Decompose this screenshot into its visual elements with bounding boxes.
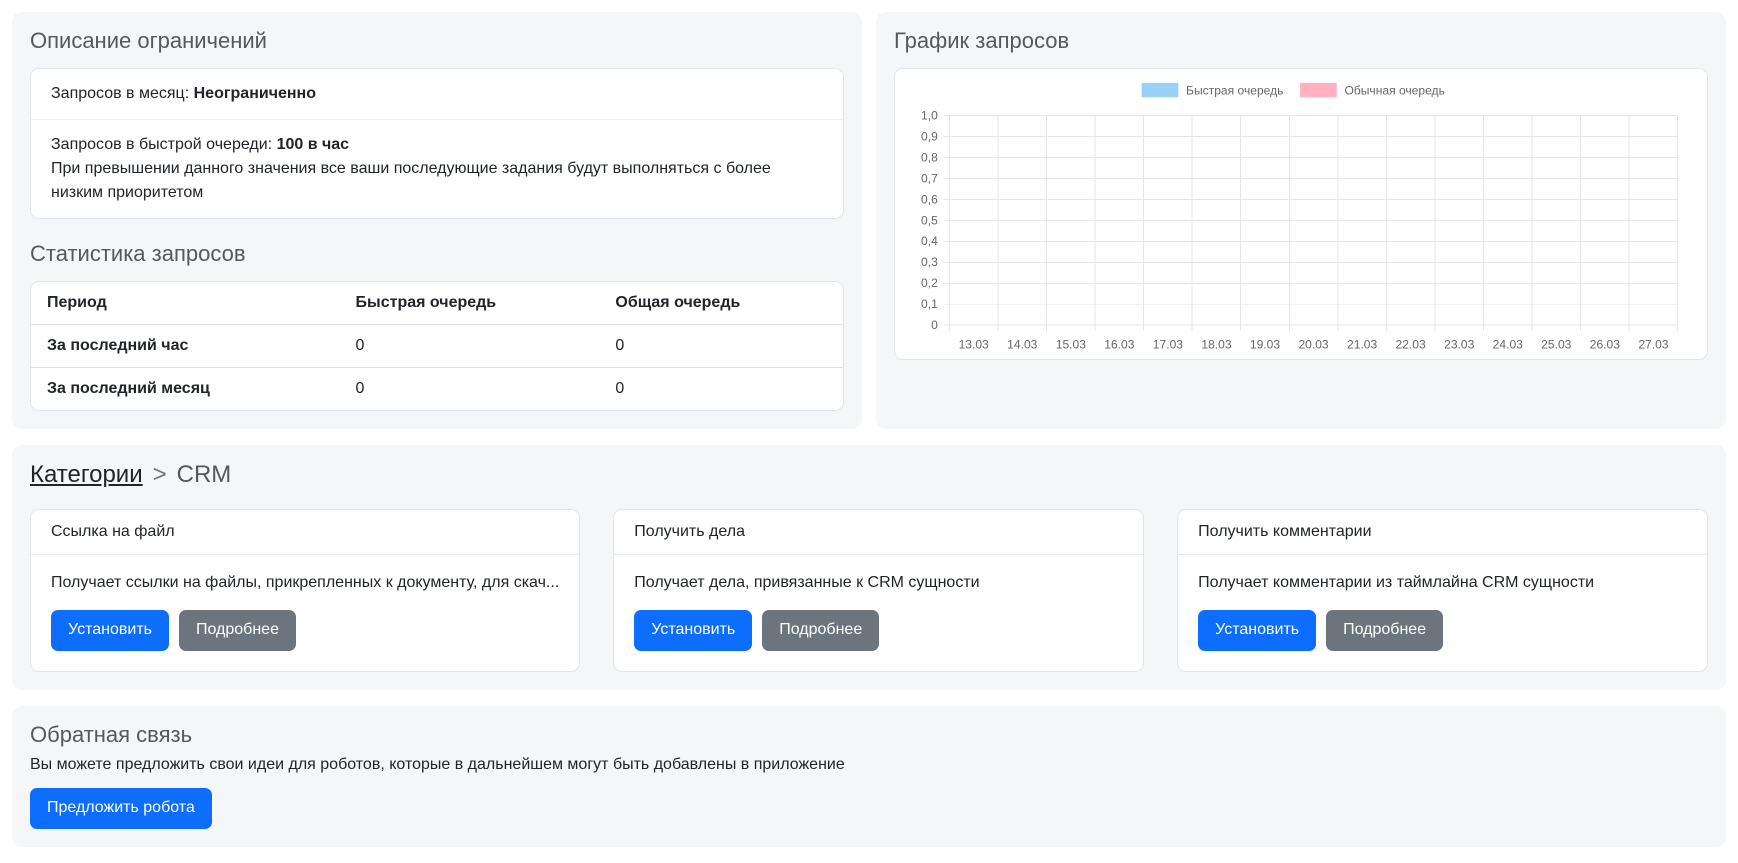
chart-legend: Быстрая очередь Обычная очередь	[1142, 83, 1445, 98]
y-tick: 0,2	[921, 276, 938, 290]
breadcrumb-current: CRM	[177, 461, 232, 488]
stats-card: Период Быстрая очередь Общая очередь За …	[30, 281, 844, 411]
x-tick: 15.03	[1056, 337, 1086, 351]
y-tick: 0,8	[921, 150, 938, 164]
catalog-panel: Категории > CRM Ссылка на файл Получает сс…	[12, 445, 1726, 690]
chart-x-axis-labels: 13.03 14.03 15.03 16.03 17.03 18.03 19.0…	[959, 337, 1669, 351]
limit-monthly-label: Запросов в месяц:	[51, 85, 189, 102]
breadcrumb: Категории > CRM	[30, 461, 1708, 489]
x-tick: 24.03	[1493, 337, 1523, 351]
robot-card-buttons: Установить Подробнее	[1198, 610, 1687, 651]
page: Описание ограничений Запросов в месяц: Н…	[0, 0, 1738, 863]
stats-period-month: За последний месяц	[31, 368, 340, 411]
y-tick: 0,6	[921, 192, 938, 206]
x-tick: 16.03	[1104, 337, 1134, 351]
chart-card: Быстрая очередь Обычная очередь	[894, 68, 1708, 360]
x-tick: 22.03	[1396, 337, 1426, 351]
robot-card-title: Ссылка на файл	[31, 510, 579, 555]
limit-row-monthly: Запросов в месяц: Неограниченно	[31, 69, 843, 120]
chart-panel: График запросов Быстрая очередь Обычная …	[876, 12, 1726, 429]
y-tick: 0,9	[921, 129, 938, 143]
stats-table: Период Быстрая очередь Общая очередь За …	[31, 282, 843, 410]
legend-swatch-normal	[1300, 83, 1337, 97]
limits-panel: Описание ограничений Запросов в месяц: Н…	[12, 12, 862, 429]
feedback-description: Вы можете предложить свои идеи для робот…	[30, 756, 1708, 774]
install-button[interactable]: Установить	[1198, 610, 1316, 651]
robot-card-file-link: Ссылка на файл Получает ссылки на файлы,…	[30, 509, 580, 672]
stats-fast-hour: 0	[340, 325, 600, 368]
limit-row-fast: Запросов в быстрой очереди: 100 в час Пр…	[31, 120, 843, 218]
robot-card-description: Получает дела, привязанные к CRM сущност…	[634, 574, 1123, 592]
x-tick: 17.03	[1153, 337, 1183, 351]
stats-common-hour: 0	[599, 325, 843, 368]
chart-horizontal-grid	[944, 116, 1678, 326]
x-tick: 14.03	[1007, 337, 1037, 351]
stats-common-month: 0	[599, 368, 843, 411]
robot-card-get-comments: Получить комментарии Получает комментари…	[1177, 509, 1708, 672]
install-button[interactable]: Установить	[634, 610, 752, 651]
robot-card-get-activities: Получить дела Получает дела, привязанные…	[613, 509, 1144, 672]
limit-monthly-value: Неограниченно	[194, 85, 316, 102]
limits-card: Запросов в месяц: Неограниченно Запросов…	[30, 68, 844, 219]
y-tick: 0,3	[921, 255, 938, 269]
install-button[interactable]: Установить	[51, 610, 169, 651]
feedback-panel: Обратная связь Вы можете предложить свои…	[12, 706, 1726, 847]
breadcrumb-categories-link[interactable]: Категории	[30, 461, 143, 488]
chart-y-axis-labels: 1,0 0,9 0,8 0,7 0,6 0,5 0,4 0,3 0,2 0,1 …	[921, 108, 938, 332]
x-tick: 23.03	[1444, 337, 1474, 351]
x-tick: 27.03	[1638, 337, 1668, 351]
y-tick: 0,1	[921, 297, 938, 311]
stats-col-period: Период	[31, 282, 340, 325]
limit-fast-label: Запросов в быстрой очереди:	[51, 136, 272, 153]
stats-header-row: Период Быстрая очередь Общая очередь	[31, 282, 843, 325]
suggest-robot-button[interactable]: Предложить робота	[30, 788, 212, 829]
limit-fast-note: При превышении данного значения все ваши…	[51, 157, 823, 205]
x-tick: 13.03	[959, 337, 989, 351]
stats-title: Статистика запросов	[30, 241, 844, 267]
x-tick: 21.03	[1347, 337, 1377, 351]
x-tick: 19.03	[1250, 337, 1280, 351]
details-button[interactable]: Подробнее	[1326, 610, 1443, 651]
y-tick: 1,0	[921, 108, 938, 122]
table-row: За последний час 0 0	[31, 325, 843, 368]
y-tick: 0,7	[921, 171, 938, 185]
x-tick: 26.03	[1590, 337, 1620, 351]
chart-vertical-grid	[949, 116, 1677, 331]
stats-col-fast: Быстрая очередь	[340, 282, 600, 325]
x-tick: 20.03	[1298, 337, 1328, 351]
feedback-title: Обратная связь	[30, 722, 1708, 748]
robot-cards-row: Ссылка на файл Получает ссылки на файлы,…	[30, 509, 1708, 672]
legend-label-fast: Быстрая очередь	[1186, 83, 1283, 97]
robot-card-description: Получает ссылки на файлы, прикрепленных …	[51, 574, 559, 592]
limit-fast-value: 100 в час	[277, 136, 350, 153]
robot-card-body: Получает ссылки на файлы, прикрепленных …	[31, 555, 579, 671]
robot-card-body: Получает дела, привязанные к CRM сущност…	[614, 555, 1143, 671]
requests-chart: Быстрая очередь Обычная очередь	[905, 77, 1697, 355]
robot-card-description: Получает комментарии из таймлайна CRM су…	[1198, 574, 1687, 592]
breadcrumb-separator: >	[153, 461, 167, 488]
legend-label-normal: Обычная очередь	[1344, 83, 1444, 97]
details-button[interactable]: Подробнее	[762, 610, 879, 651]
stats-fast-month: 0	[340, 368, 600, 411]
top-row: Описание ограничений Запросов в месяц: Н…	[12, 12, 1726, 429]
robot-card-title: Получить комментарии	[1178, 510, 1707, 555]
legend-swatch-fast	[1142, 83, 1179, 97]
stats-period-hour: За последний час	[31, 325, 340, 368]
chart-title: График запросов	[894, 28, 1708, 54]
table-row: За последний месяц 0 0	[31, 368, 843, 411]
x-tick: 18.03	[1201, 337, 1231, 351]
details-button[interactable]: Подробнее	[179, 610, 296, 651]
robot-card-buttons: Установить Подробнее	[634, 610, 1123, 651]
robot-card-body: Получает комментарии из таймлайна CRM су…	[1178, 555, 1707, 671]
x-tick: 25.03	[1541, 337, 1571, 351]
y-tick: 0,4	[921, 234, 938, 248]
y-tick: 0,5	[921, 213, 938, 227]
robot-card-buttons: Установить Подробнее	[51, 610, 559, 651]
stats-col-common: Общая очередь	[599, 282, 843, 325]
y-tick: 0	[931, 318, 938, 332]
limits-title: Описание ограничений	[30, 28, 844, 54]
robot-card-title: Получить дела	[614, 510, 1143, 555]
